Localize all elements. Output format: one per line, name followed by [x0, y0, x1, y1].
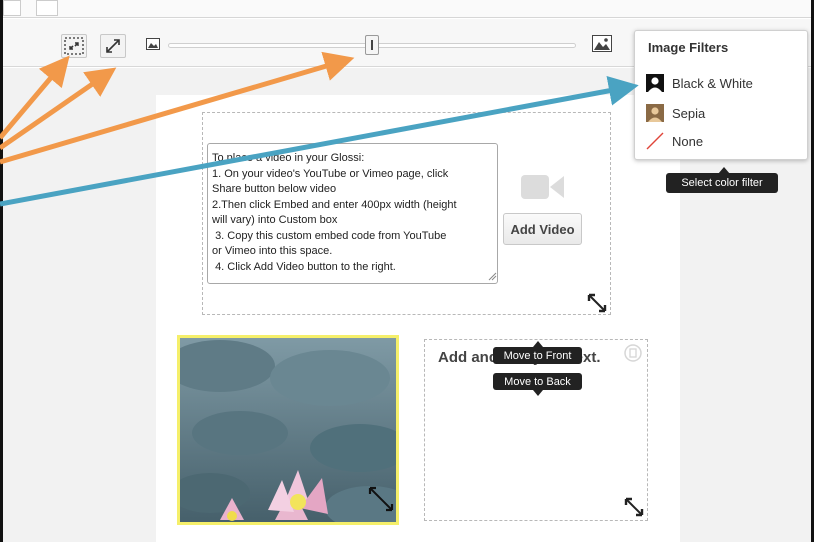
annotation-arrows — [0, 51, 639, 207]
app-window: To place a video in your Glossi: 1. On y… — [0, 0, 819, 542]
arrow-to-image-filters — [0, 75, 639, 207]
